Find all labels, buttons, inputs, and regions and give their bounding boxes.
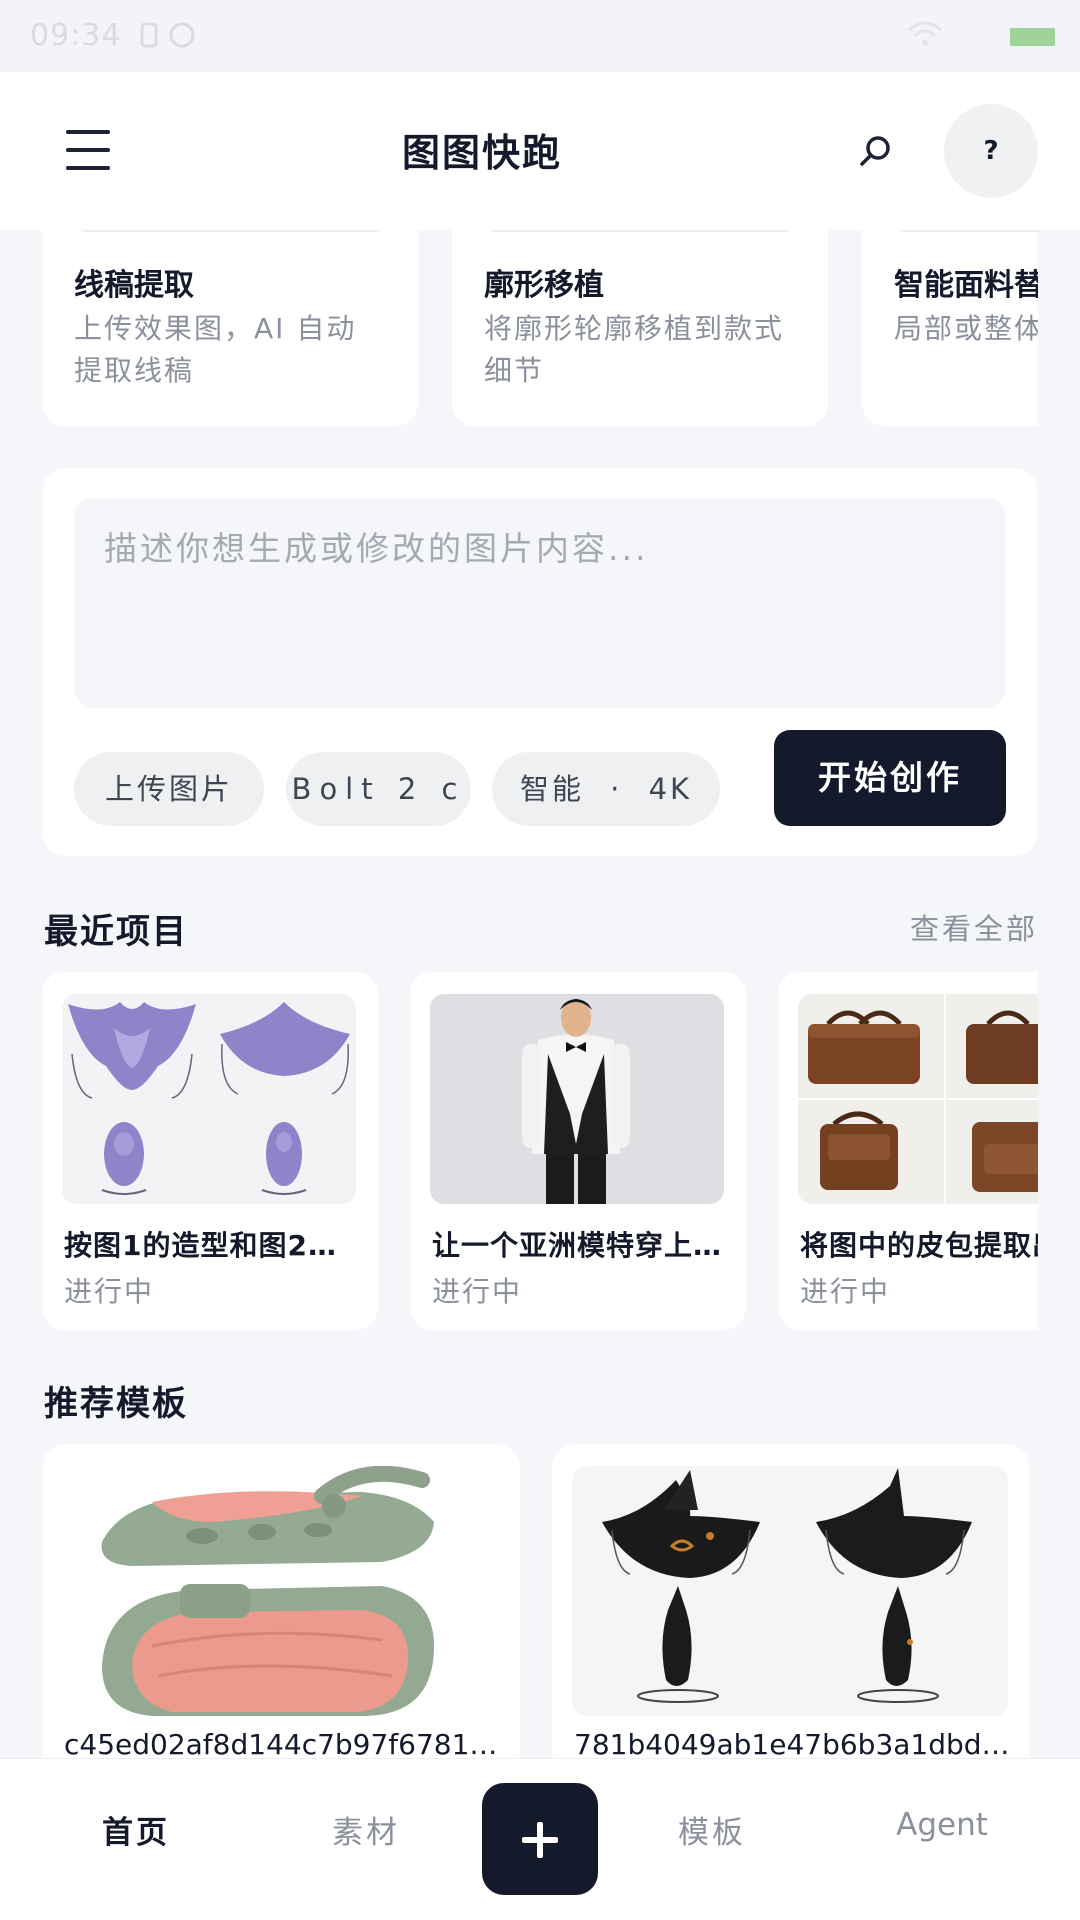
help-button[interactable]: ? bbox=[944, 104, 1038, 198]
upload-image-button[interactable]: 上传图片 bbox=[74, 752, 264, 826]
start-create-button[interactable]: 开始创作 bbox=[774, 730, 1006, 826]
top-header: 图图快跑 ? bbox=[0, 72, 1080, 230]
prompt-input[interactable] bbox=[74, 498, 1006, 708]
view-all-link[interactable]: 查看全部 bbox=[910, 906, 1038, 948]
template-thumbnail bbox=[572, 1466, 1008, 1716]
project-thumbnail bbox=[62, 994, 356, 1204]
status-bar: 09:34 bbox=[0, 0, 1080, 72]
nav-home[interactable]: 首页 bbox=[36, 1807, 236, 1852]
template-card[interactable]: c45ed02af8d144c7b97f6781… bbox=[42, 1444, 520, 1758]
project-card[interactable]: 将图中的皮包提取出来 进行中 bbox=[778, 972, 1038, 1330]
search-icon bbox=[860, 136, 890, 166]
page-title: 图图快跑 bbox=[401, 130, 562, 175]
feature-title: 智能面料替换 bbox=[894, 268, 1038, 303]
feature-title: 线稿提取 bbox=[74, 268, 194, 303]
battery-icon bbox=[1010, 28, 1055, 46]
project-card[interactable]: 按图1的造型和图2的配色 进行中 bbox=[42, 972, 378, 1330]
prompt-panel: 上传图片 Bolt 2 c 智能 · 4K 开始创作 bbox=[42, 468, 1038, 856]
feature-desc: 将廓形轮廓移植到款式细节 bbox=[484, 312, 785, 387]
wifi-icon bbox=[905, 18, 945, 48]
templates-section-title: 推荐模板 bbox=[44, 1384, 188, 1424]
project-title: 按图1的造型和图2的配色 bbox=[64, 1229, 354, 1262]
project-thumbnail bbox=[798, 994, 1038, 1204]
app-screen: 09:34 图图快跑 ? 线稿提取 上传效果图，AI 自动提取线稿 廓形移植 将… bbox=[0, 0, 1080, 1920]
templates-grid: c45ed02af8d144c7b97f6781… 781b4049ab1e47… bbox=[0, 1444, 1080, 1758]
project-card[interactable]: 让一个亚洲模特穿上燕尾服 进行中 bbox=[410, 972, 746, 1330]
feature-title: 廓形移植 bbox=[484, 268, 604, 303]
project-status: 进行中 bbox=[800, 1275, 891, 1308]
project-title: 将图中的皮包提取出来 bbox=[800, 1229, 1038, 1262]
feature-desc: 局部或整体面料材质 bbox=[894, 312, 1038, 345]
project-title: 让一个亚洲模特穿上燕尾服 bbox=[432, 1229, 722, 1262]
template-name: 781b4049ab1e47b6b3a1dbd… bbox=[574, 1728, 1010, 1758]
search-button[interactable] bbox=[856, 132, 896, 172]
notification-icons bbox=[140, 20, 200, 50]
nav-templates[interactable]: 模板 bbox=[612, 1807, 812, 1852]
quality-select[interactable]: 智能 · 4K bbox=[492, 752, 720, 826]
recent-carousel[interactable]: 按图1的造型和图2的配色 进行中 bbox=[0, 972, 1038, 1330]
template-card[interactable]: 781b4049ab1e47b6b3a1dbd… bbox=[552, 1444, 1030, 1758]
recent-section-title: 最近项目 bbox=[44, 912, 188, 952]
template-name: c45ed02af8d144c7b97f6781… bbox=[64, 1728, 498, 1758]
project-thumbnail bbox=[430, 994, 724, 1204]
create-button[interactable] bbox=[482, 1783, 598, 1895]
nav-agent[interactable]: Agent bbox=[842, 1807, 1042, 1843]
feature-desc: 上传效果图，AI 自动提取线稿 bbox=[74, 312, 357, 387]
template-thumbnail bbox=[62, 1466, 498, 1716]
bottom-nav: 首页 素材 模板 Agent bbox=[0, 1758, 1080, 1920]
project-status: 进行中 bbox=[432, 1275, 523, 1308]
status-time: 09:34 bbox=[30, 18, 122, 53]
nav-materials[interactable]: 素材 bbox=[266, 1807, 466, 1852]
model-select[interactable]: Bolt 2 c bbox=[286, 752, 471, 826]
project-status: 进行中 bbox=[64, 1275, 155, 1308]
